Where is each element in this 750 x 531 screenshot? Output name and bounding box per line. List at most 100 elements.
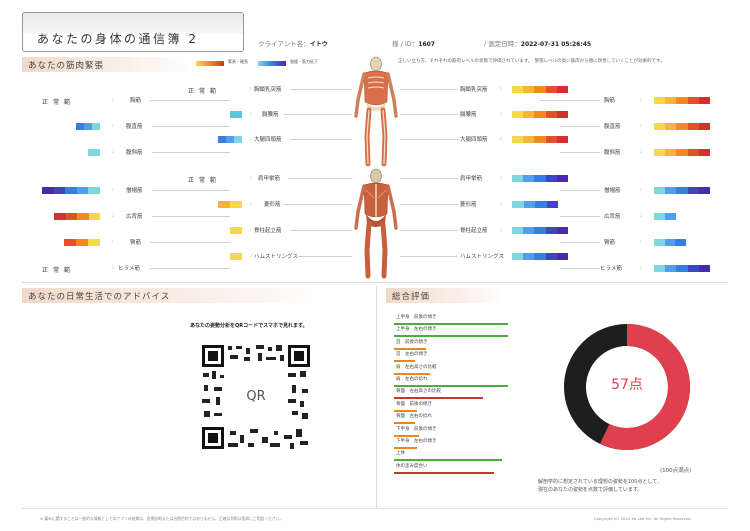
evaluation-row: 首 左右の傾き [394,351,510,363]
back-skeleton-figure [354,168,398,279]
evaluation-row-label: 体の歪み度合い [396,463,428,469]
evaluation-row: 上半身 左右の傾き [394,326,510,338]
gauge-tight [654,97,711,104]
legend-tight-swatch [196,61,224,66]
muscle-label: 胸鎖乳突筋 [460,87,488,93]
muscle-section-header: あなたの筋肉緊張 [22,57,192,72]
gauge-weak [88,149,100,156]
muscle-label: ハムストリングス [460,254,505,260]
muscle-label: 腸腰筋 [460,112,477,118]
report-page: あなたの身体の通信簿 2 クライアント名：イトウ 様 / ID：1607 / 測… [0,0,750,531]
evaluation-row: 上体 [394,450,510,462]
evaluation-row-label: 下半身 左右の傾き [396,439,437,444]
date-meta: / 測定日時：2022-07-31 05:26:45 [484,40,592,48]
evaluation-row: 体の歪み度合い [394,463,510,475]
evaluation-row-bar [394,459,503,462]
evaluation-row: 骨盤 前後の傾き [394,401,510,413]
muscle-label: ヒラメ筋 [600,266,622,272]
gauge-weak [654,187,711,194]
gauge-weak [218,136,242,143]
muscle-label: 大腿四頭筋 [460,137,488,143]
gauge-weak [654,239,687,246]
evaluation-row-bar [394,397,483,400]
qr-placeholder-label: QR [246,389,266,404]
muscle-label: 菱形筋 [264,202,281,208]
muscle-label: 肩甲挙筋 [258,176,281,182]
muscle-label: 僧帽筋 [126,188,143,194]
column-divider [376,286,377,508]
muscle-label: 胸筋 [604,98,616,104]
muscle-label: 広背筋 [604,214,621,220]
gauge-tight [218,201,242,208]
report-title-box: あなたの身体の通信簿 2 [22,12,244,52]
muscle-label: 僧帽筋 [604,188,621,194]
evaluation-row: 骨盤 左右の捻れ [394,413,510,425]
evaluation-row-label: 首 左右の傾き [396,352,428,358]
advice-section-header: あなたの日常生活でのアドバイス [22,288,322,303]
evaluation-row-bar [394,385,508,387]
muscle-label: 腸腰筋 [262,112,279,118]
evaluation-row-bar [394,422,415,425]
normal-indicator: 正常範 [42,267,76,274]
client-name: イトウ [309,41,328,48]
evaluation-row: 首 前後の傾き [394,339,510,351]
evaluation-section-header: 総合評価 [386,288,506,303]
muscle-label: 臀筋 [604,240,616,246]
gauge-weak [230,111,242,118]
muscle-label: 胸鎖乳突筋 [254,87,282,93]
evaluation-row-label: 上体 [396,451,405,457]
muscle-label: ハムストリングス [254,254,299,260]
muscle-label: 大腿四頭筋 [254,137,282,143]
evaluation-row-label: 首 前後の傾き [396,339,428,345]
gauge-weak [512,201,558,208]
muscle-label: 脊柱起立筋 [254,228,282,234]
evaluation-row-bar [394,434,420,437]
gauge-weak [512,253,569,260]
gauge-tight [54,213,100,220]
score-max-note: (100点満点) [660,468,692,474]
muscle-label: 腹斜筋 [604,150,621,156]
evaluation-row: 下半身 左右の傾き [394,438,510,450]
evaluation-row-label: 上半身 前後の傾き [396,315,437,320]
score-description: 解剖学的に想定されている理想の姿勢を100点として、 現在のあなたの姿勢を点数で… [538,479,662,493]
evaluation-row-label: 骨盤 左右の捻れ [396,414,432,420]
measure-date: 2022-07-31 05:26:45 [520,41,592,48]
evaluation-row: 上半身 前後の傾き [394,314,510,326]
evaluation-row: 下半身 前後の傾き [394,426,510,438]
evaluation-row-bar [394,471,495,474]
gauge-weak [654,265,711,272]
muscle-note: 正しい立ち方、それぞれの筋肉レベルの状態で評価されています。 緊張レベルの高い筋… [398,59,665,64]
gauge-tight [512,86,569,93]
muscle-label: 胸筋 [130,98,142,104]
evaluation-row-bar [394,323,508,325]
evaluation-row-bar [394,409,417,412]
gauge-weak [654,213,676,220]
evaluation-row-label: 上半身 左右の傾き [396,327,437,333]
muscle-label: 脊柱起立筋 [460,228,488,234]
muscle-label: 臀筋 [130,240,142,246]
legend-weak-swatch [258,61,286,66]
footer-copyright: Copyright (C) 2022 Kb Lab Inc. All Right… [594,516,692,521]
gauge-weak [76,123,100,130]
evaluation-row-bar [394,360,415,363]
client-id: 1607 [418,41,435,48]
gauge-weak [42,187,100,194]
normal-indicator: 正常範 [42,99,76,106]
muscle-label: 腹直筋 [126,124,143,130]
muscle-label: ヒラメ筋 [118,266,140,272]
evaluation-row: 骨盤 左右高さの比較 [394,388,510,400]
gauge-weak [512,227,569,234]
muscle-label: 菱形筋 [460,202,477,208]
evaluation-row-bar [394,372,431,375]
gauge-weak [512,175,569,182]
muscle-label: 広背筋 [126,214,143,220]
legend-weak-label: 弛緩・筋力低下 [290,59,318,64]
evaluation-row-bar [394,447,417,449]
gauge-tight [512,136,569,143]
gauge-tight [654,149,711,156]
legend-tight-label: 緊張・硬直 [228,59,248,64]
muscle-label: 肩甲挙筋 [460,176,483,182]
total-score: 57点 [611,377,643,393]
evaluation-row-bar [394,335,508,338]
gauge-tight [64,239,100,246]
